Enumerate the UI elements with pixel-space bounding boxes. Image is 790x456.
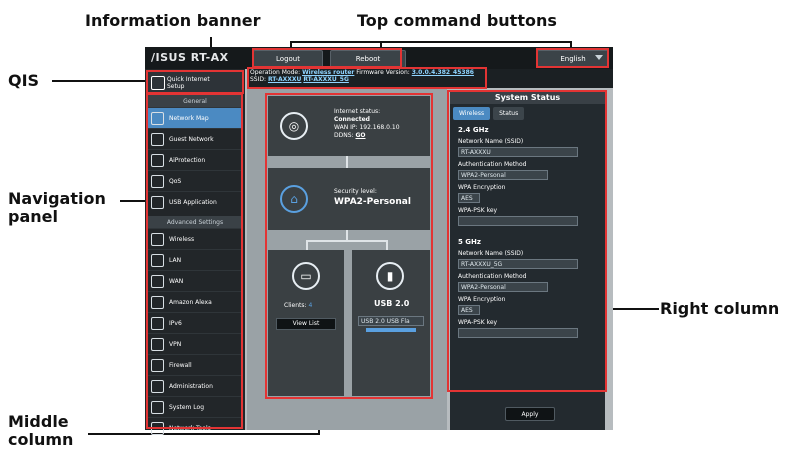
highlight-navigation-panel xyxy=(146,93,243,429)
asus-logo: /ISUS RT-AX xyxy=(151,51,229,64)
annotation-navigation-panel-line-1: Navigation xyxy=(8,189,106,208)
highlight-right-column xyxy=(447,90,607,392)
annotation-right-column: Right column xyxy=(660,299,780,318)
annotation-navigation-panel-line-2: panel xyxy=(8,207,58,226)
highlight-qis xyxy=(146,70,244,94)
leader-topbtn-horizontal xyxy=(290,41,570,43)
highlight-top-buttons xyxy=(252,48,402,68)
apply-button[interactable]: Apply xyxy=(505,407,555,421)
highlight-info-banner xyxy=(247,67,487,89)
highlight-language xyxy=(536,48,609,68)
leader-right-column xyxy=(607,308,659,310)
annotation-information-banner: Information banner xyxy=(85,11,261,30)
leader-navigation xyxy=(120,200,146,202)
annotation-middle-column: Middle column xyxy=(8,413,73,449)
highlight-middle-column xyxy=(265,93,433,399)
leader-qis xyxy=(52,80,146,82)
annotation-qis: QIS xyxy=(8,71,40,90)
annotation-middle-column-line-1: Middle xyxy=(8,412,69,431)
annotation-top-command-buttons: Top command buttons xyxy=(357,11,557,30)
annotation-navigation-panel: Navigation panel xyxy=(8,190,106,226)
annotation-middle-column-line-2: column xyxy=(8,430,74,449)
